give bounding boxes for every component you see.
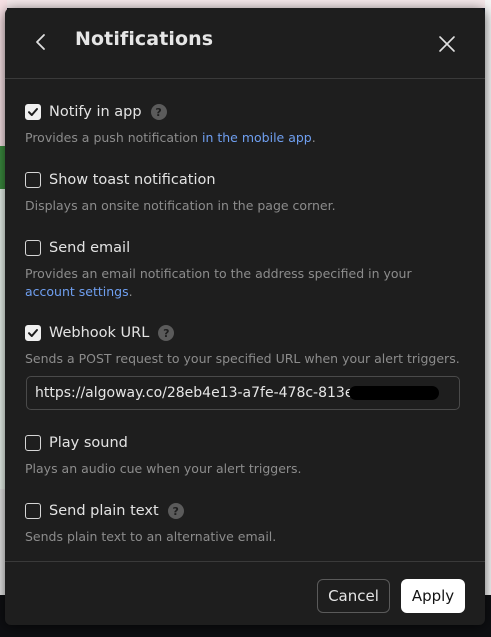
send-email-checkbox[interactable] [25, 240, 41, 256]
play-sound-checkbox[interactable] [25, 435, 41, 451]
description-text: Provides an email notification to the ad… [25, 266, 412, 281]
option-webhook-url: Webhook URL ? Sends a POST request to yo… [25, 322, 465, 368]
apply-button[interactable]: Apply [401, 579, 465, 613]
account-settings-link[interactable]: account settings [25, 284, 129, 299]
option-send-email: Send email Provides an email notificatio… [25, 237, 465, 301]
background-page-right [485, 0, 491, 595]
send-plain-text-label[interactable]: Send plain text [49, 503, 159, 519]
show-toast-description: Displays an onsite notification in the p… [25, 198, 336, 213]
dialog-footer: Cancel Apply [5, 561, 485, 625]
help-icon[interactable]: ? [167, 503, 184, 519]
notify-in-app-label[interactable]: Notify in app [49, 104, 142, 120]
option-send-plain-text: Send plain text ? Sends plain text to an… [25, 500, 465, 546]
webhook-url-value: https://algoway.co/28eb4e13-a7fe-478c-81… [35, 385, 359, 401]
checkmark-icon [28, 329, 38, 337]
close-button[interactable] [435, 32, 459, 56]
send-email-label[interactable]: Send email [49, 240, 130, 256]
webhook-url-input[interactable]: https://algoway.co/28eb4e13-a7fe-478c-81… [26, 376, 460, 410]
notify-in-app-description: Provides a push notification in the mobi… [25, 129, 465, 147]
chevron-left-icon [36, 34, 45, 50]
description-text: . [311, 130, 316, 145]
send-email-description: Provides an email notification to the ad… [25, 265, 465, 301]
notifications-dialog: Notifications Notify in app ? Provides a… [5, 8, 485, 625]
webhook-url-label[interactable]: Webhook URL [49, 325, 149, 341]
send-plain-text-description: Sends plain text to an alternative email… [25, 529, 277, 544]
description-text: Provides a push notification [25, 130, 202, 145]
option-play-sound: Play sound Plays an audio cue when your … [25, 432, 465, 478]
option-notify-in-app: Notify in app ? Provides a push notifica… [25, 101, 465, 147]
send-plain-text-checkbox[interactable] [25, 503, 41, 519]
help-icon[interactable]: ? [150, 104, 167, 120]
description-text: . [128, 284, 133, 299]
show-toast-label[interactable]: Show toast notification [49, 172, 216, 188]
cancel-button[interactable]: Cancel [317, 579, 390, 613]
background-page-top [0, 0, 491, 8]
webhook-url-description: Sends a POST request to your specified U… [25, 351, 460, 366]
close-icon [439, 36, 455, 52]
play-sound-label[interactable]: Play sound [49, 435, 128, 451]
dialog-header: Notifications [5, 8, 485, 79]
show-toast-checkbox[interactable] [25, 172, 41, 188]
play-sound-description: Plays an audio cue when your alert trigg… [25, 461, 302, 476]
option-show-toast: Show toast notification Displays an onsi… [25, 169, 465, 215]
notify-in-app-checkbox[interactable] [25, 104, 41, 120]
checkmark-icon [28, 108, 38, 116]
webhook-url-checkbox[interactable] [25, 325, 41, 341]
redaction-bar [349, 386, 439, 400]
mobile-app-link[interactable]: in the mobile app [202, 130, 312, 145]
help-icon[interactable]: ? [158, 325, 175, 341]
back-button[interactable] [29, 30, 53, 54]
dialog-title: Notifications [75, 28, 214, 50]
